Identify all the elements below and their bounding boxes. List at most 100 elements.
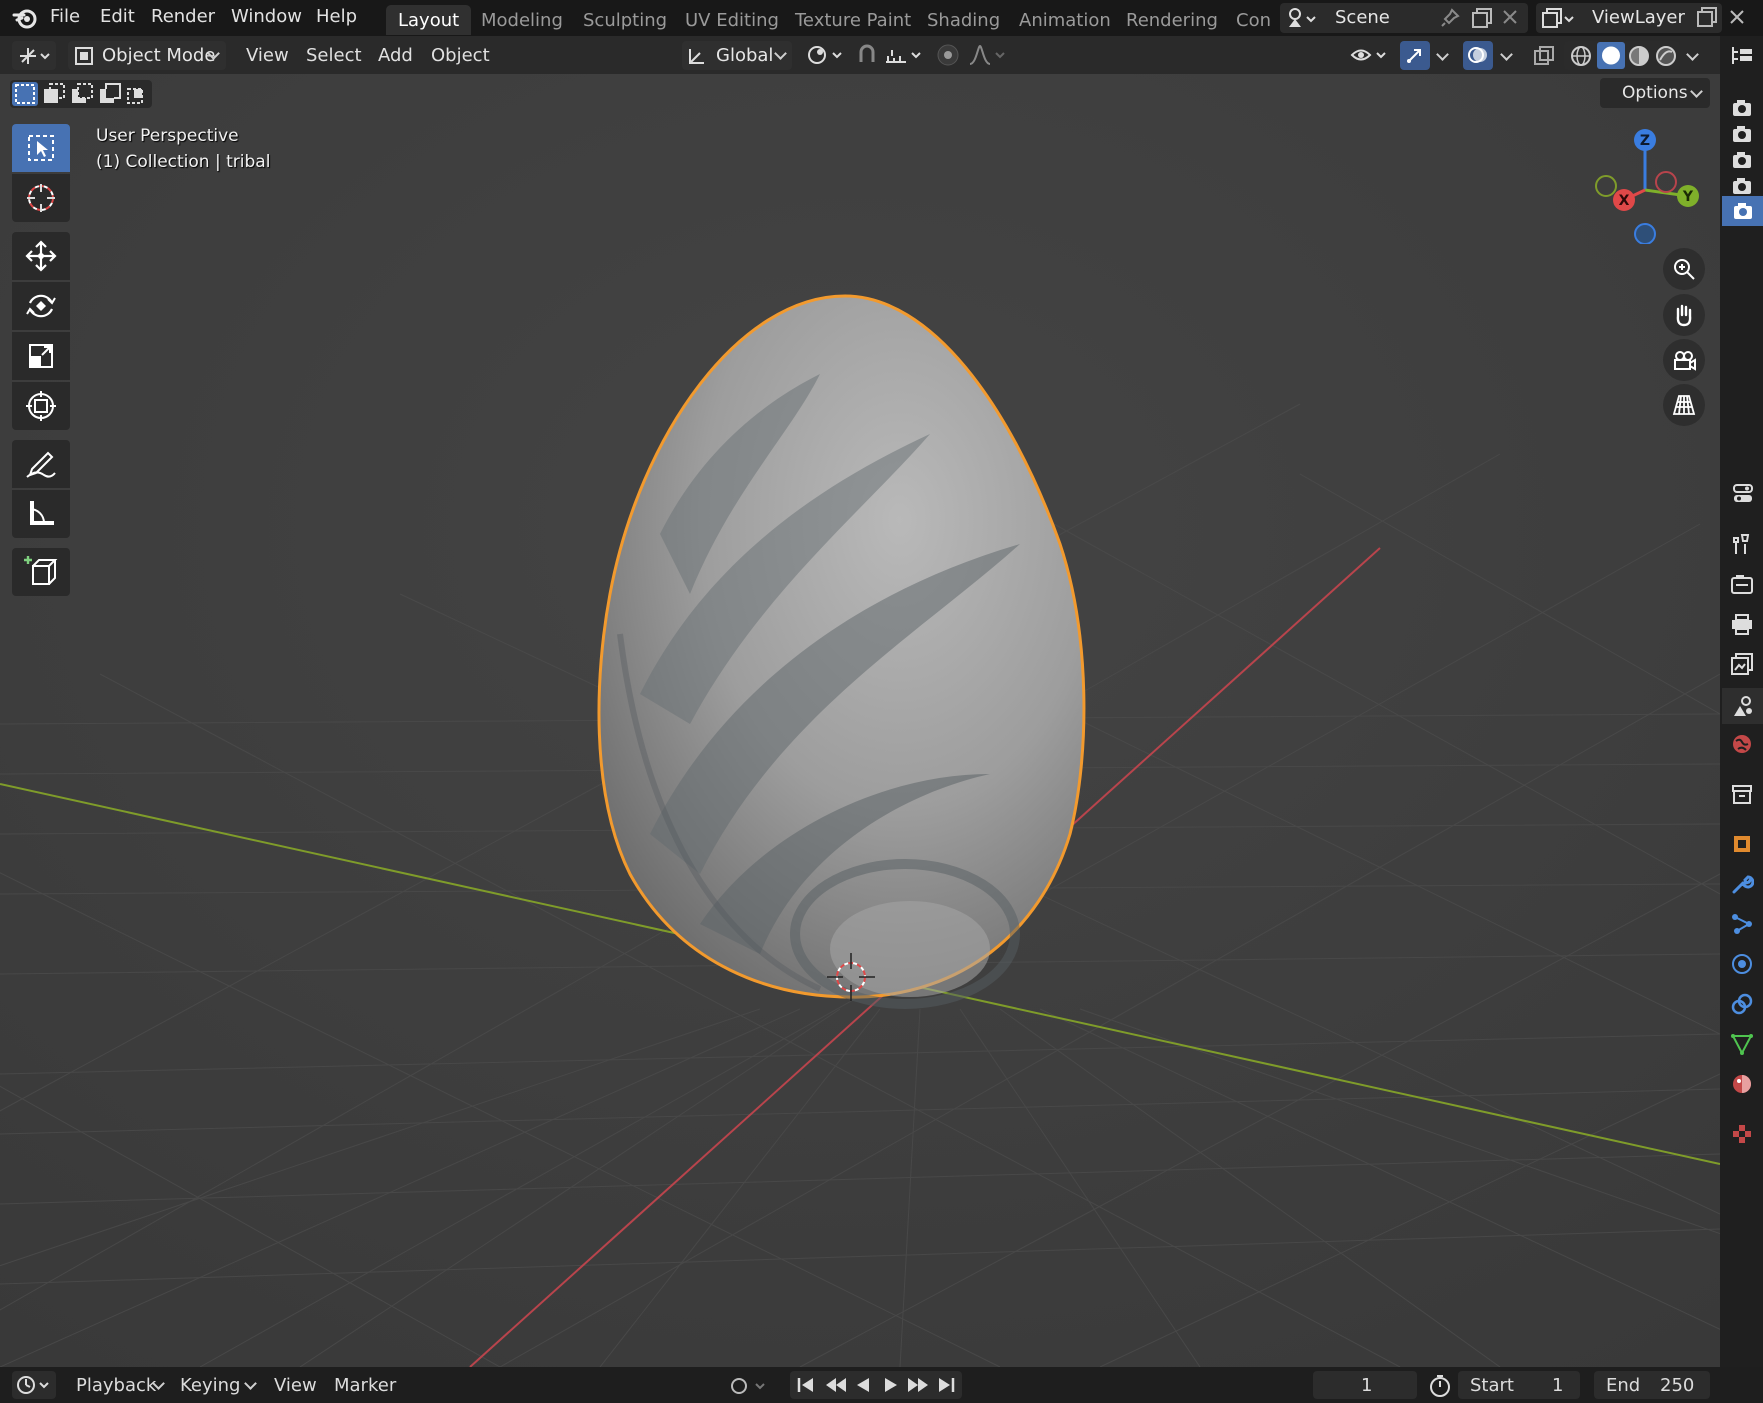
- tool-transform[interactable]: [12, 382, 70, 430]
- new-scene-icon[interactable]: [1472, 8, 1494, 28]
- pivot-point-icon[interactable]: [806, 44, 846, 66]
- timeline-editor-type[interactable]: [12, 1371, 56, 1399]
- playback-dropdown[interactable]: Playback: [64, 1371, 166, 1399]
- visibility-icon[interactable]: [1350, 44, 1390, 66]
- modifier-properties-icon[interactable]: [1728, 870, 1756, 898]
- preview-range-icon[interactable]: [1428, 1374, 1452, 1398]
- data-properties-icon[interactable]: [1728, 1030, 1756, 1058]
- chevron-down-icon[interactable]: [1686, 48, 1699, 61]
- collection-properties-icon[interactable]: [1728, 780, 1756, 808]
- jump-keyframe-forward-icon[interactable]: [906, 1376, 930, 1394]
- select-new-icon[interactable]: [12, 82, 38, 106]
- object-properties-icon[interactable]: [1728, 830, 1756, 858]
- header-menu-add[interactable]: Add: [378, 45, 413, 66]
- wireframe-shading-icon[interactable]: [1570, 45, 1592, 67]
- header-menu-select[interactable]: Select: [306, 45, 362, 66]
- render-visibility-icon-3[interactable]: [1728, 146, 1756, 174]
- tool-scale[interactable]: [12, 332, 70, 380]
- options-dropdown[interactable]: Options: [1600, 78, 1710, 108]
- delete-scene-icon[interactable]: [1502, 9, 1518, 25]
- menu-render[interactable]: Render: [151, 6, 215, 27]
- tab-layout[interactable]: Layout: [386, 5, 472, 35]
- keying-dropdown[interactable]: Keying: [172, 1371, 260, 1399]
- editor-type-button[interactable]: [12, 41, 56, 70]
- new-view-layer-icon[interactable]: [1697, 7, 1719, 27]
- menu-help[interactable]: Help: [316, 6, 357, 27]
- proportional-editing-icon[interactable]: [936, 43, 960, 67]
- menu-edit[interactable]: Edit: [100, 6, 135, 27]
- chevron-down-icon[interactable]: [1500, 48, 1513, 61]
- pin-icon[interactable]: [1440, 8, 1460, 28]
- tab-uv-editing[interactable]: UV Editing: [673, 5, 791, 35]
- view-layer-properties-icon[interactable]: [1728, 650, 1756, 678]
- render-visibility-icon-1[interactable]: [1728, 94, 1756, 122]
- material-shading-icon[interactable]: [1628, 45, 1650, 67]
- tool-rotate[interactable]: [12, 282, 70, 330]
- material-properties-icon[interactable]: [1728, 1070, 1756, 1098]
- solid-shading-button[interactable]: [1597, 42, 1625, 69]
- 3d-viewport[interactable]: Options User Perspective (1) Collection …: [0, 74, 1720, 1367]
- xray-icon[interactable]: [1533, 45, 1555, 67]
- camera-view-button[interactable]: [1663, 339, 1705, 381]
- pan-button[interactable]: [1663, 294, 1705, 336]
- current-frame-field[interactable]: 1: [1313, 1371, 1417, 1399]
- select-subtract-icon[interactable]: [70, 83, 94, 105]
- rendered-shading-icon[interactable]: [1655, 45, 1677, 67]
- end-frame-field[interactable]: End 250: [1594, 1371, 1710, 1399]
- scene-properties-icon[interactable]: [1722, 688, 1763, 724]
- snap-target-icon[interactable]: [884, 44, 926, 66]
- play-reverse-icon[interactable]: [854, 1376, 872, 1394]
- texture-properties-icon[interactable]: [1728, 1120, 1756, 1148]
- gizmo-toggle[interactable]: [1400, 41, 1430, 70]
- jump-start-icon[interactable]: [796, 1376, 816, 1394]
- falloff-icon[interactable]: [968, 44, 1008, 66]
- world-properties-icon[interactable]: [1728, 730, 1756, 758]
- scene-selector[interactable]: Scene: [1280, 3, 1528, 33]
- navigation-gizmo[interactable]: Z Y X: [1580, 124, 1710, 244]
- jump-keyframe-back-icon[interactable]: [824, 1376, 848, 1394]
- tab-modeling[interactable]: Modeling: [469, 5, 575, 35]
- tab-sculpting[interactable]: Sculpting: [571, 5, 679, 35]
- timeline-menu-marker[interactable]: Marker: [334, 1375, 396, 1396]
- menu-file[interactable]: File: [50, 6, 80, 27]
- menu-window[interactable]: Window: [231, 6, 302, 27]
- tool-add-cube[interactable]: [12, 548, 70, 596]
- transform-orientation-dropdown[interactable]: Global: [682, 41, 792, 70]
- tool-measure[interactable]: [12, 490, 70, 538]
- auto-keying-icon[interactable]: [728, 1375, 772, 1397]
- outliner-icon[interactable]: [1728, 42, 1756, 70]
- close-view-layer-icon[interactable]: [1729, 9, 1745, 25]
- render-visibility-icon-2[interactable]: [1728, 120, 1756, 148]
- chevron-down-icon[interactable]: [1436, 48, 1449, 61]
- start-frame-field[interactable]: Start 1: [1458, 1371, 1580, 1399]
- output-properties-icon[interactable]: [1728, 610, 1756, 638]
- blender-logo-icon[interactable]: [12, 6, 38, 30]
- physics-properties-icon[interactable]: [1728, 950, 1756, 978]
- snap-toggle-icon[interactable]: [856, 44, 880, 66]
- header-menu-object[interactable]: Object: [431, 45, 490, 66]
- header-menu-view[interactable]: View: [246, 45, 289, 66]
- view-layer-selector[interactable]: ViewLayer: [1536, 3, 1722, 33]
- select-intersect-icon[interactable]: [126, 83, 150, 105]
- render-visibility-icon-active[interactable]: [1722, 196, 1763, 226]
- mode-dropdown[interactable]: Object Mode: [68, 41, 226, 70]
- tab-animation[interactable]: Animation: [1007, 5, 1123, 35]
- tool-cursor[interactable]: [12, 174, 70, 222]
- tool-move[interactable]: [12, 232, 70, 280]
- zoom-button[interactable]: [1663, 248, 1705, 290]
- render-properties-icon[interactable]: [1728, 570, 1756, 598]
- tab-shading[interactable]: Shading: [915, 5, 1012, 35]
- jump-end-icon[interactable]: [936, 1376, 956, 1394]
- tool-properties-icon[interactable]: [1728, 530, 1756, 558]
- properties-editor-icon[interactable]: [1728, 480, 1756, 508]
- overlays-toggle[interactable]: [1463, 41, 1493, 70]
- constraints-properties-icon[interactable]: [1728, 990, 1756, 1018]
- play-icon[interactable]: [882, 1376, 900, 1394]
- select-extend-icon[interactable]: [42, 83, 66, 105]
- tool-select-box[interactable]: [12, 124, 70, 172]
- perspective-toggle-button[interactable]: [1663, 384, 1705, 426]
- tab-rendering[interactable]: Rendering: [1114, 5, 1230, 35]
- tab-compositing[interactable]: Con: [1224, 5, 1273, 35]
- tool-annotate[interactable]: [12, 440, 70, 488]
- particles-properties-icon[interactable]: [1728, 910, 1756, 938]
